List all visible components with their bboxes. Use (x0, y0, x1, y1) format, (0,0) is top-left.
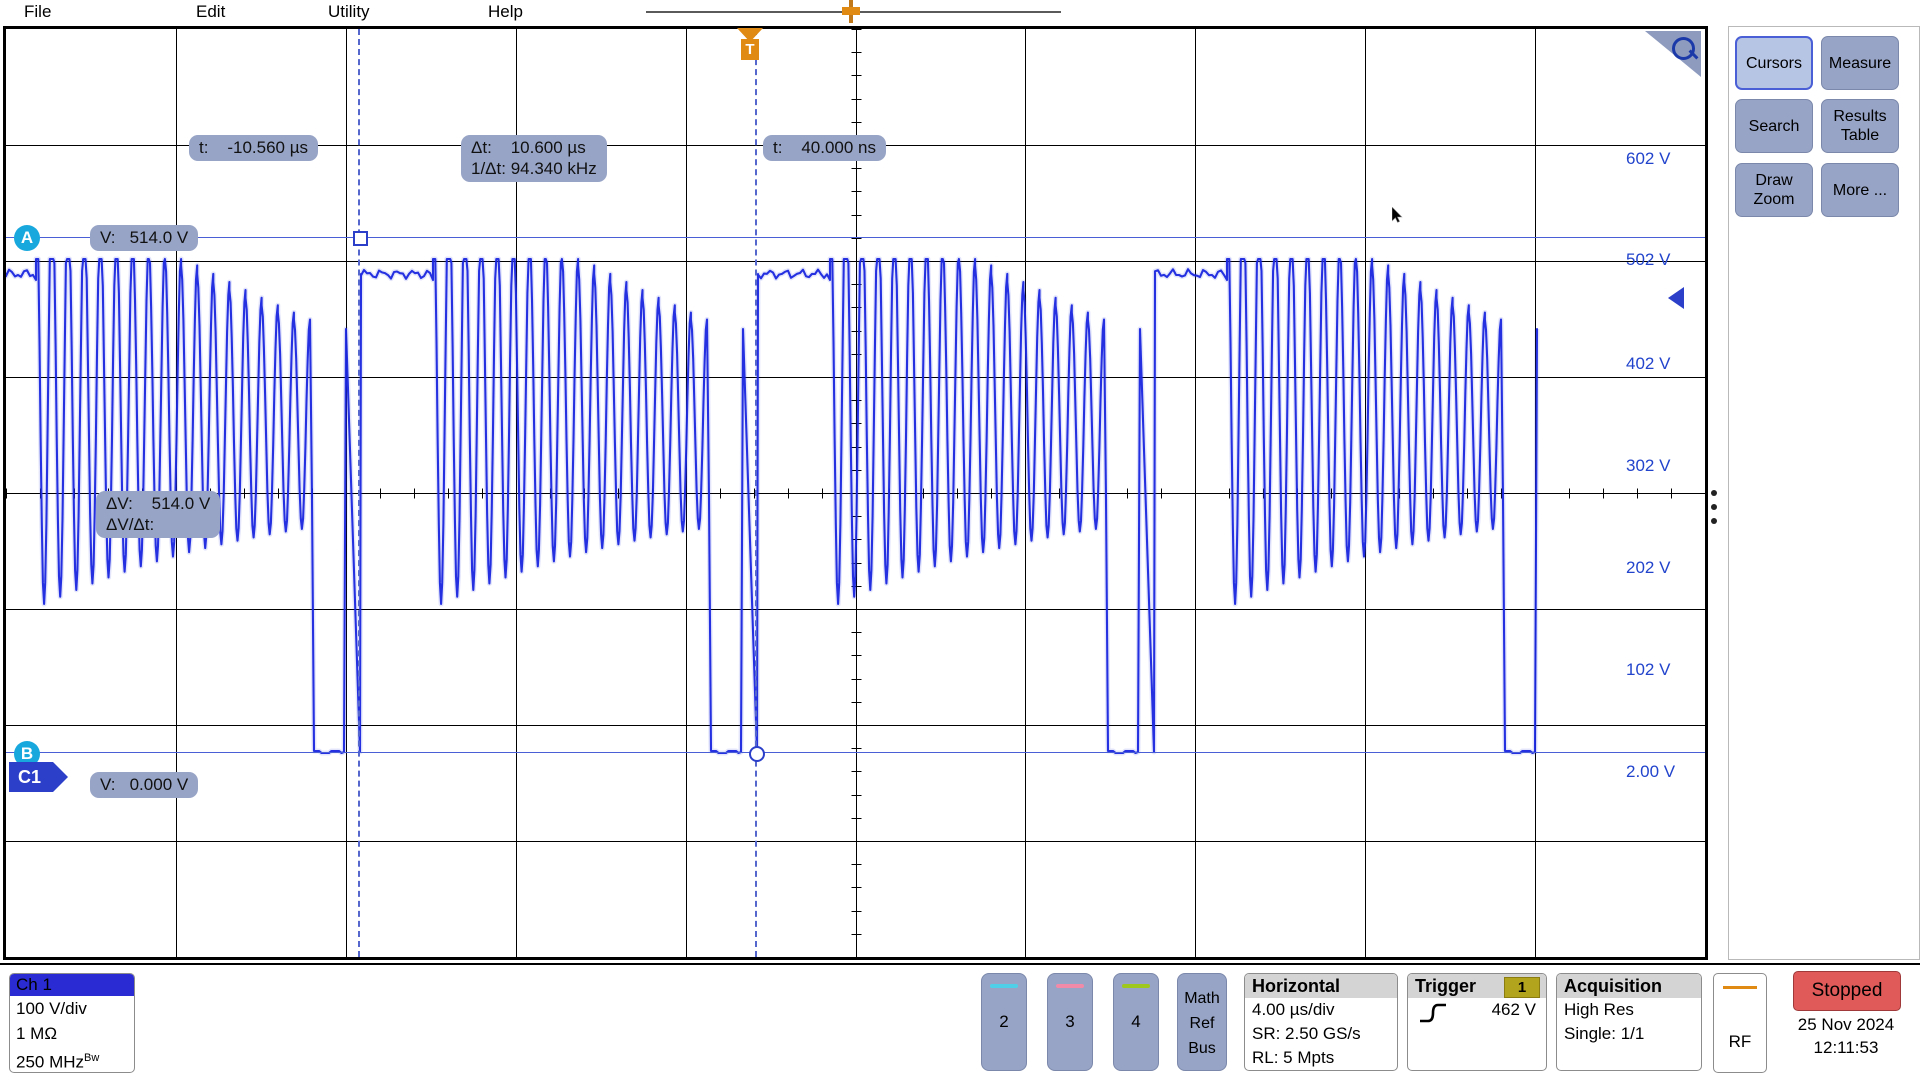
channel-1-title: Ch 1 (10, 974, 134, 996)
trigger-title-label: Trigger (1415, 976, 1477, 996)
channel-2-color-swatch (990, 984, 1018, 988)
trigger-settings-box[interactable]: Trigger 1 462 V (1407, 973, 1547, 1071)
delta-v-over-delta-t-line: ΔV/Δt: (106, 515, 155, 534)
horizontal-settings-box[interactable]: Horizontal 4.00 µs/div SR: 2.50 GS/s RL:… (1244, 973, 1398, 1071)
cursor-v1-readout[interactable]: V: 514.0 V (90, 225, 199, 251)
rf-color-swatch (1723, 986, 1757, 989)
cursor-t1-readout[interactable]: t: -10.560 µs (189, 135, 319, 161)
waveform-trace (6, 29, 1705, 957)
waveform-plot[interactable]: t: -10.560 µs Δt: 10.600 µs 1/Δt: 94.340 … (6, 29, 1705, 957)
acquisition-mode: High Res (1564, 1000, 1634, 1019)
horizontal-position-scrollbar[interactable] (646, 0, 1061, 24)
trigger-position-marker[interactable]: T (737, 28, 763, 66)
rf-button[interactable]: RF (1713, 973, 1767, 1073)
ref-label: Ref (1189, 1015, 1215, 1032)
waveform-plot-frame[interactable]: t: -10.560 µs Δt: 10.600 µs 1/Δt: 94.340 … (3, 26, 1708, 960)
cursor-handle-a[interactable] (353, 231, 368, 246)
acquisition-title: Acquisition (1557, 974, 1701, 998)
oscilloscope-screen: File Edit Utility Help t: -10.560 µs Δt:… (0, 0, 1920, 1082)
channel-4-button[interactable]: 4 (1113, 973, 1159, 1071)
vscale-label-2v: 2.00 V (1626, 762, 1676, 781)
menu-item-utility[interactable]: Utility (328, 1, 370, 23)
channel-1-bandwidth: 250 MHzBw (10, 1046, 134, 1072)
cursor-delta-v-readout[interactable]: ΔV: 514.0 V ΔV/Δt: (96, 491, 221, 538)
trigger-title: Trigger 1 (1408, 974, 1546, 998)
trigger-marker-label: T (741, 39, 759, 60)
menu-item-edit[interactable]: Edit (196, 1, 225, 23)
channel-1-settings-box[interactable]: Ch 1 100 V/div 1 MΩ 250 MHzBw (9, 973, 135, 1073)
trigger-level-value: 462 V (1491, 1000, 1536, 1019)
channel-2-label: 2 (999, 1012, 1009, 1031)
vscale-label-402v: 402 V (1626, 354, 1671, 373)
acquisition-count: Single: 1/1 (1564, 1024, 1645, 1043)
trigger-source-badge[interactable]: 1 (1504, 977, 1540, 998)
bus-label: Bus (1188, 1040, 1216, 1057)
cursor-marker-a[interactable]: A (14, 225, 40, 251)
math-ref-bus-button[interactable]: Math Ref Bus (1177, 973, 1227, 1071)
bottom-status-bar: Ch 1 100 V/div 1 MΩ 250 MHzBw 2 3 4 Math… (0, 963, 1920, 1082)
channel-3-label: 3 (1065, 1012, 1075, 1031)
results-table-button[interactable]: Results Table (1821, 99, 1899, 153)
cursor-delta-t-readout[interactable]: Δt: 10.600 µs 1/Δt: 94.340 kHz (461, 135, 607, 182)
channel-3-button[interactable]: 3 (1047, 973, 1093, 1071)
acquisition-settings-box[interactable]: Acquisition High Res Single: 1/1 (1556, 973, 1702, 1071)
channel-4-color-swatch (1122, 984, 1150, 988)
right-button-panel: Cursors Measure Search Results Table Dra… (1728, 26, 1920, 960)
channel-1-scale: 100 V/div (16, 999, 87, 1018)
cursor-line-v1[interactable] (6, 237, 1705, 238)
mouse-cursor (1392, 207, 1403, 223)
vscale-label-602v: 602 V (1626, 149, 1671, 168)
horizontal-title: Horizontal (1245, 974, 1397, 998)
run-stop-button[interactable]: Stopped (1793, 971, 1901, 1011)
cursors-button[interactable]: Cursors (1735, 36, 1813, 90)
cursor-handle-b[interactable] (749, 746, 765, 762)
horizontal-sample-rate: SR: 2.50 GS/s (1252, 1024, 1361, 1043)
channel-4-label: 4 (1131, 1012, 1141, 1031)
panel-drag-handle[interactable] (1711, 490, 1717, 530)
delta-t-line: Δt: 10.600 µs (471, 138, 586, 157)
vscale-label-102v: 102 V (1626, 660, 1671, 679)
scrollbar-handle[interactable] (842, 0, 860, 23)
datetime-display: 25 Nov 2024 12:11:53 (1793, 1013, 1899, 1059)
draw-zoom-button[interactable]: Draw Zoom (1735, 163, 1813, 217)
time-label: 12:11:53 (1813, 1038, 1879, 1057)
horizontal-record-length: RL: 5 Mpts (1252, 1048, 1335, 1067)
trigger-level-row: 462 V (1408, 998, 1546, 1070)
cursor-v2-readout[interactable]: V: 0.000 V (90, 772, 199, 798)
results-table-label: Results Table (1833, 108, 1887, 144)
cursor-line-v2[interactable] (6, 752, 1705, 753)
measure-button[interactable]: Measure (1821, 36, 1899, 90)
inverse-delta-t-line: 1/Δt: 94.340 kHz (471, 159, 597, 178)
menu-item-help[interactable]: Help (488, 1, 523, 23)
channel-2-button[interactable]: 2 (981, 973, 1027, 1071)
bandwidth-limit-icon: Bw (84, 1052, 100, 1064)
math-label: Math (1184, 990, 1220, 1007)
menu-bar: File Edit Utility Help (0, 0, 1731, 26)
scrollbar-handle-cap (842, 7, 860, 15)
cursor-line-t1[interactable] (358, 29, 360, 957)
more-button[interactable]: More ... (1821, 163, 1899, 217)
vscale-label-202v: 202 V (1626, 558, 1671, 577)
zoom-magnifier-icon[interactable] (1645, 31, 1701, 79)
cursor-line-t2[interactable] (755, 29, 757, 957)
delta-v-line: ΔV: 514.0 V (106, 494, 211, 513)
rising-edge-icon (1420, 1003, 1446, 1023)
menu-item-file[interactable]: File (24, 1, 51, 23)
channel-1-ground-marker[interactable]: C1 (9, 762, 68, 792)
draw-zoom-label: Draw Zoom (1753, 172, 1795, 208)
channel-1-impedance: 1 MΩ (16, 1024, 58, 1043)
cursor-t2-readout[interactable]: t: 40.000 ns (763, 135, 887, 161)
vscale-label-502v: 502 V (1626, 250, 1671, 269)
horizontal-timebase: 4.00 µs/div (1252, 1000, 1335, 1019)
date-label: 25 Nov 2024 (1797, 1015, 1895, 1034)
channel-1-bandwidth-value: 250 MHz (16, 1052, 85, 1072)
search-button[interactable]: Search (1735, 99, 1813, 153)
rf-label: RF (1728, 1032, 1752, 1051)
trigger-level-arrow-icon[interactable] (1668, 287, 1684, 309)
vscale-label-302v: 302 V (1626, 456, 1671, 475)
channel-3-color-swatch (1056, 984, 1084, 988)
magnifier-glass (1672, 37, 1695, 60)
